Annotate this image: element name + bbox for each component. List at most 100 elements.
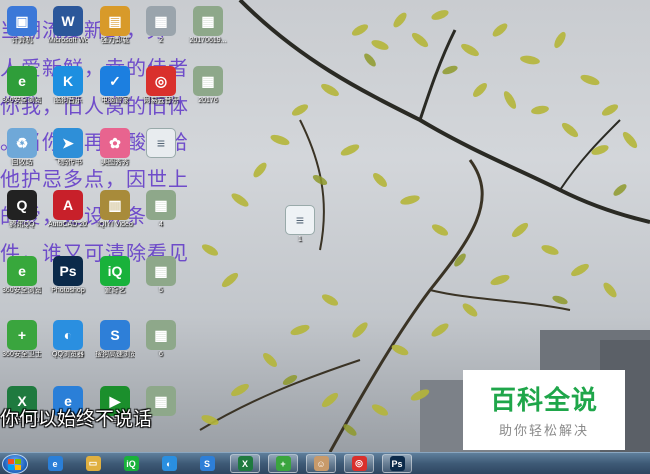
watermark-title: 百科全说 xyxy=(489,386,598,416)
taskbar-item-sogou[interactable]: S xyxy=(192,454,222,473)
desktop-icon-qq[interactable]: Q 腾讯QQ xyxy=(2,190,42,229)
desktop-icon-label: 2 xyxy=(159,37,163,44)
folder-icon: ▭ xyxy=(85,456,101,471)
bird-icon: ➤ xyxy=(53,128,83,158)
desktop-icon-file4[interactable]: ▦ 4 xyxy=(141,190,181,229)
desktop-icon-clean[interactable]: ▤ 强力卸载 xyxy=(95,6,135,45)
desktop-icon-label: 20170619... xyxy=(189,37,227,44)
taskbar-item-qqbrowser[interactable]: ◐ xyxy=(154,454,184,473)
desktop-icon-label: 360安全卫士 xyxy=(2,351,42,358)
browser-icon: e xyxy=(7,66,37,96)
desktop-icon-netease[interactable]: ◎ 网易云音乐 xyxy=(141,66,181,105)
music-icon: ◎ xyxy=(351,456,367,471)
taskbar-item-iqiyi[interactable]: iQ xyxy=(116,454,146,473)
shield-icon: ✓ xyxy=(100,66,130,96)
flower-icon: ✿ xyxy=(100,128,130,158)
desktop-icon-file6[interactable]: ▦ 6 xyxy=(141,320,181,359)
desktop-icon-file5[interactable]: ▦ 5 xyxy=(141,256,181,295)
desktop-icon-label: 酷狗音乐 xyxy=(54,97,82,104)
desktop-icon-label: 计算机 xyxy=(11,37,33,44)
desktop-icon-label: 4 xyxy=(159,221,163,228)
desktop-icon-photos[interactable]: ✿ 美图秀秀 xyxy=(95,128,135,167)
iqiyi-icon: iQ xyxy=(123,456,139,471)
windows-logo-icon xyxy=(8,459,21,470)
document-icon: ≡ xyxy=(285,205,315,235)
desktop-icon-label: 1 xyxy=(298,236,302,243)
excel-icon: X xyxy=(237,456,253,471)
image-file-icon: ▦ xyxy=(146,256,176,286)
start-button[interactable] xyxy=(2,454,28,474)
desktop-icon-photoshop[interactable]: Ps Photoshop xyxy=(48,256,88,295)
desktop-icon-doc1[interactable]: ≡ 1 xyxy=(280,205,320,244)
plus-shield-icon: + xyxy=(7,320,37,350)
desktop-icon-label: 360安全浏览器 xyxy=(2,97,42,104)
desktop-icon-label: AutoCAD 2010 xyxy=(48,221,88,228)
avatar-icon: ☺ xyxy=(313,456,329,471)
photoshop-icon: Ps xyxy=(389,456,405,471)
desktop-icon-kugou[interactable]: K 酷狗音乐 xyxy=(48,66,88,105)
desktop-icon-label: 回收站 xyxy=(11,159,33,166)
desktop-icon-label: 网易云音乐 xyxy=(143,97,179,104)
taskbar-item-ie[interactable]: e xyxy=(40,454,70,473)
desktop-icon-label: 飞鸽传书 xyxy=(54,159,82,166)
plus-shield-icon: + xyxy=(275,456,291,471)
desktop-icon-txtfile[interactable]: ≡ xyxy=(141,128,181,159)
video-subtitle: 你何以始终不说话 xyxy=(0,408,153,430)
desktop-icon-label: 美图秀秀 xyxy=(101,159,129,166)
image-file-icon: ▦ xyxy=(193,6,223,36)
qq-browser-icon: ◐ xyxy=(161,456,177,471)
desktop-icon-browser360b[interactable]: e360安全浏览器 xyxy=(2,256,42,295)
taskbar: e ▭ iQ ◐ S X + ☺ ◎ Ps xyxy=(0,452,650,474)
browser-icon: e xyxy=(7,256,37,286)
desktop-icon-word[interactable]: WMicrosoft Word 2010 xyxy=(48,6,88,45)
desktop-icon-feige[interactable]: ➤ 飞鸽传书 xyxy=(48,128,88,167)
film-icon: ▥ xyxy=(100,190,130,220)
computer-icon: ▣ xyxy=(7,6,37,36)
desktop-icon-label: Photoshop xyxy=(51,287,85,294)
taskbar-item-guard360[interactable]: + xyxy=(268,454,298,473)
image-file-icon: ▦ xyxy=(193,66,223,96)
taskbar-item-avatar[interactable]: ☺ xyxy=(306,454,336,473)
desktop-icon-recycle[interactable]: ♻ 回收站 xyxy=(2,128,42,167)
desktop-icon-label: QQ浏览器 xyxy=(52,351,84,358)
word-icon: W xyxy=(53,6,83,36)
desktop-icon-browser360[interactable]: e360安全浏览器 xyxy=(2,66,42,105)
taskbar-item-netease[interactable]: ◎ xyxy=(344,454,374,473)
desktop-icon-label: 5 xyxy=(159,287,163,294)
desktop-icon-label: 强力卸载 xyxy=(101,37,129,44)
image-file-icon: ▦ xyxy=(146,190,176,220)
desktop-icon-qqbrowser[interactable]: ◐ QQ浏览器 xyxy=(48,320,88,359)
sogou-icon: S xyxy=(100,320,130,350)
desktop-icon-file20170619[interactable]: ▦ 20170619... xyxy=(188,6,228,45)
desktop-icon-iqiyi_video[interactable]: ▥ IQIYI Video xyxy=(95,190,135,229)
desktop-icon-safety[interactable]: ✓ 电脑管家 xyxy=(95,66,135,105)
desktop-icon-guard360[interactable]: +360安全卫士 xyxy=(2,320,42,359)
watermark-badge: 百科全说 助你轻松解决 xyxy=(463,370,625,450)
desktop-icon-sogou[interactable]: S搜狗高速浏览器 xyxy=(95,320,135,359)
desktop-icon-label: 电脑管家 xyxy=(101,97,129,104)
desktop-icon-label: 360安全浏览器 xyxy=(2,287,42,294)
sogou-icon: S xyxy=(199,456,215,471)
kugou-icon: K xyxy=(53,66,83,96)
autocad-icon: A xyxy=(53,190,83,220)
desktop-icon-label: Microsoft Word 2010 xyxy=(48,37,88,44)
iqiyi-icon: iQ xyxy=(100,256,130,286)
qq-icon: Q xyxy=(7,190,37,220)
taskbar-item-explorer[interactable]: ▭ xyxy=(78,454,108,473)
desktop-icon-label: IQIYI Video xyxy=(97,221,133,228)
desktop-icon-label: 腾讯QQ xyxy=(9,221,35,228)
overlay-line-5: 他护忌多点，因世上 xyxy=(0,167,189,191)
desktop-icon-file20176[interactable]: ▦ 20176 xyxy=(188,66,228,105)
desktop-icon-autocad[interactable]: AAutoCAD 2010 xyxy=(48,190,88,229)
taskbar-item-excel[interactable]: X xyxy=(230,454,260,473)
desktop-icon-computer[interactable]: ▣ 计算机 xyxy=(2,6,42,45)
desktop-icon-iqiyi[interactable]: iQ 爱奇艺 xyxy=(95,256,135,295)
desktop-icon-label: 爱奇艺 xyxy=(104,287,126,294)
desktop-icon-file2[interactable]: ▦ 2 xyxy=(141,6,181,45)
qq-browser-icon: ◐ xyxy=(53,320,83,350)
recycle-bin-icon: ♻ xyxy=(7,128,37,158)
taskbar-item-photoshop[interactable]: Ps xyxy=(382,454,412,473)
desktop-icon-label: 6 xyxy=(159,351,163,358)
ie-icon: e xyxy=(47,456,63,471)
watermark-subtitle: 助你轻松解决 xyxy=(498,424,589,439)
